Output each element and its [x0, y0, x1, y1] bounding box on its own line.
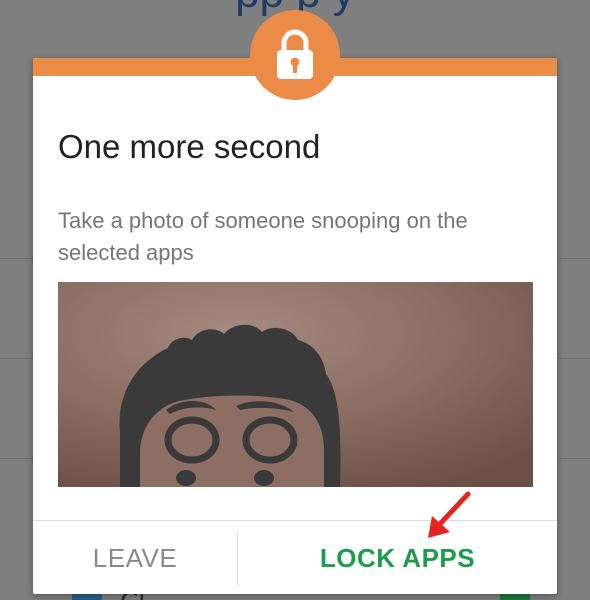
snooping-face-illustration [58, 282, 533, 487]
dialog-message: Take a photo of someone snooping on the … [58, 208, 468, 265]
red-arrow-pointer-icon [428, 491, 471, 538]
dialog-footer-divider [33, 520, 557, 521]
lock-icon [277, 29, 313, 79]
leave-button[interactable]: LEAVE [33, 522, 237, 594]
lock-apps-button[interactable]: LOCK APPS [238, 522, 557, 594]
lock-badge [250, 10, 340, 100]
dialog-title: One more second [58, 128, 321, 165]
